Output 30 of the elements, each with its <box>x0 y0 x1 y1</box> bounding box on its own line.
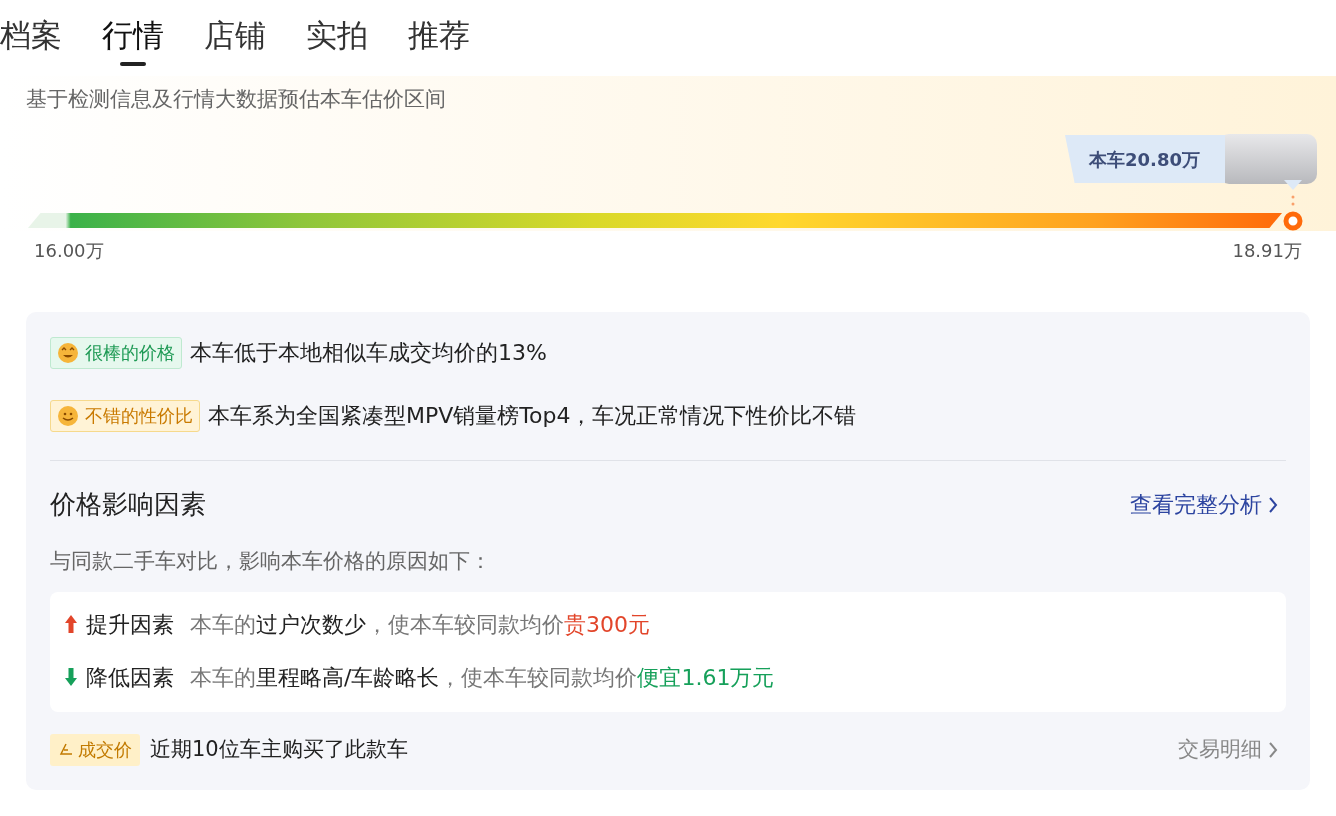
factor-description: 本车的过户次数少，使本车较同款均价贵300元 <box>190 610 650 639</box>
nav-tab[interactable]: 行情 <box>102 14 164 56</box>
deal-summary: 近期10位车主购买了此款车 <box>150 735 408 763</box>
rating-text: 本车低于本地相似车成交均价的13% <box>190 339 547 367</box>
arrow-up-icon <box>64 614 78 634</box>
smiley-icon <box>57 341 79 364</box>
range-max-label: 18.91万 <box>1232 239 1302 263</box>
current-price-dot-icon <box>1282 210 1304 232</box>
rating-tag: 不错的性价比 <box>50 399 200 432</box>
factor-description: 本车的里程略高/车龄略长，使本车较同款均价便宜1.61万元 <box>190 663 775 692</box>
chevron-right-icon <box>1268 740 1278 759</box>
section-title: 价格影响因素 <box>50 488 206 521</box>
arrow-down-icon <box>64 667 78 687</box>
deal-price-badge: 成交价 <box>50 733 140 766</box>
smiley-icon <box>57 404 79 427</box>
rating-tag: 很棒的价格 <box>50 336 182 369</box>
nav-tab[interactable]: 推荐 <box>408 14 470 56</box>
factor-label: 降低因素 <box>86 663 174 692</box>
estimate-subtitle: 基于检测信息及行情大数据预估本车估价区间 <box>26 86 446 113</box>
factors-intro: 与同款二手车对比，影响本车价格的原因如下： <box>50 548 492 575</box>
car-price-bubble: 本车20.80万 <box>1065 135 1225 183</box>
nav-tab[interactable]: 档案 <box>0 14 62 56</box>
range-min-label: 16.00万 <box>34 239 104 263</box>
nav-tab[interactable]: 实拍 <box>306 14 368 56</box>
rating-text: 本车系为全国紧凑型MPV销量榜Top4，车况正常情况下性价比不错 <box>208 402 857 430</box>
full-analysis-link[interactable]: 查看完整分析 <box>1130 488 1286 521</box>
factor-label: 提升因素 <box>86 610 174 639</box>
nav-tab[interactable]: 店铺 <box>204 14 266 56</box>
tag-icon <box>58 741 74 758</box>
chevron-right-icon <box>1268 495 1278 514</box>
